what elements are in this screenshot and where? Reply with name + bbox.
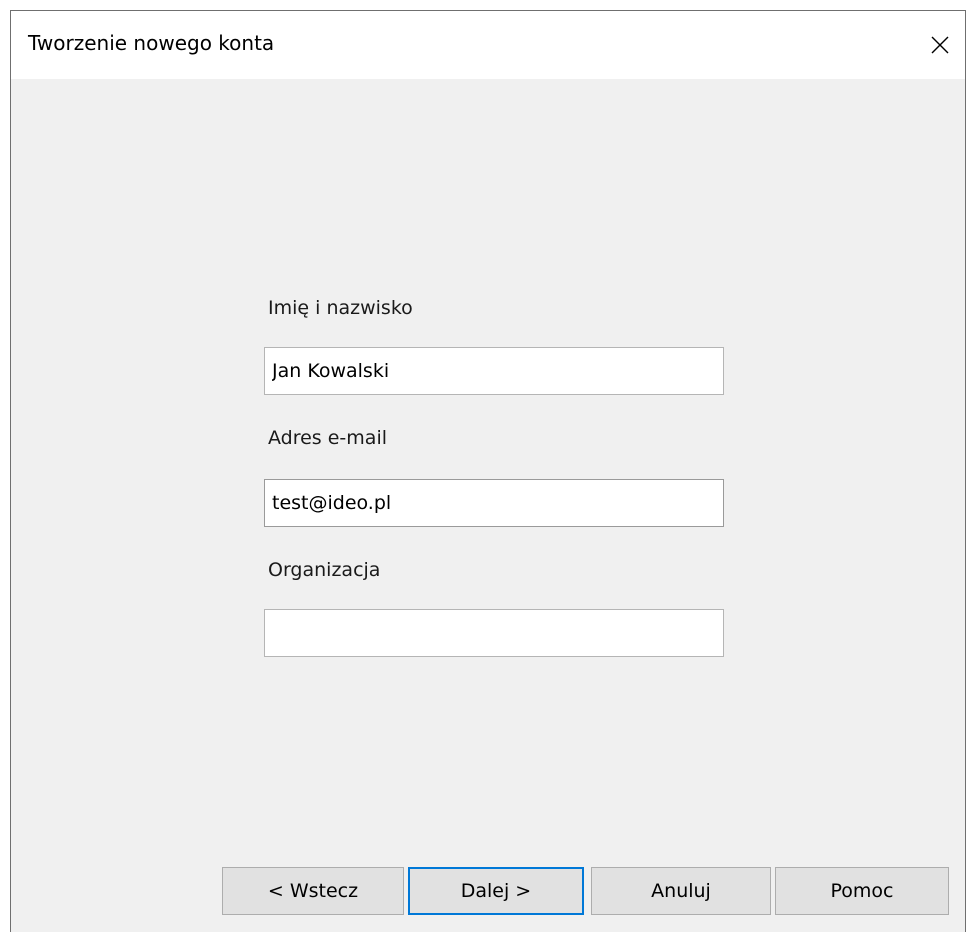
name-input[interactable]	[264, 347, 724, 395]
organization-input[interactable]	[264, 609, 724, 657]
next-button[interactable]: Dalej >	[408, 867, 584, 915]
email-label: Adres e-mail	[268, 427, 388, 449]
back-button[interactable]: < Wstecz	[222, 867, 404, 915]
close-icon	[931, 36, 949, 54]
dialog-window: Tworzenie nowego konta Imię i nazwisko A…	[10, 10, 966, 932]
cancel-button[interactable]: Anuluj	[591, 867, 771, 915]
organization-label: Organizacja	[268, 559, 381, 581]
title-bar: Tworzenie nowego konta	[11, 11, 965, 79]
help-button[interactable]: Pomoc	[775, 867, 949, 915]
email-input[interactable]	[264, 479, 724, 527]
window-title: Tworzenie nowego konta	[28, 31, 275, 55]
name-label: Imię i nazwisko	[268, 297, 413, 319]
close-button[interactable]	[915, 11, 965, 79]
